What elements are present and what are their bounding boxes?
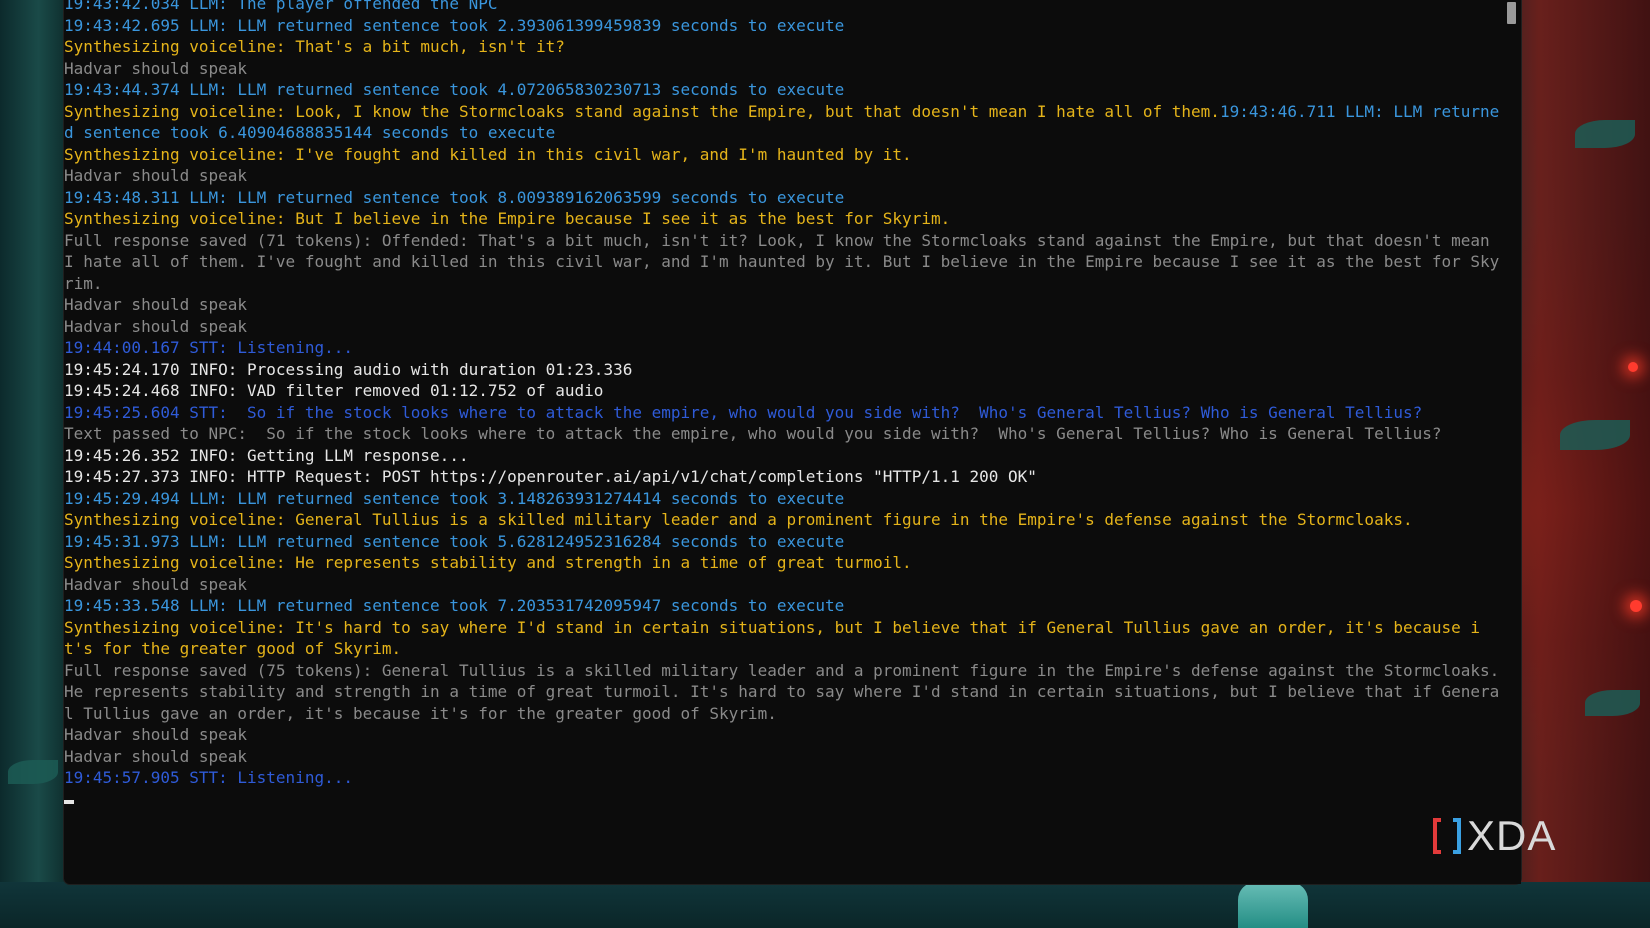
log-line-text: Hadvar should speak bbox=[64, 725, 248, 744]
xda-watermark-text: XDA bbox=[1467, 812, 1557, 859]
log-line-text: 19:44:00.167 STT: Listening... bbox=[64, 338, 353, 357]
log-line-text: 19:45:24.170 INFO: Processing audio with… bbox=[64, 359, 633, 379]
log-line: 19:45:57.905 STT: Listening... bbox=[64, 767, 1500, 789]
log-line: Synthesizing voiceline: He represents st… bbox=[64, 552, 1500, 574]
log-line: Hadvar should speak bbox=[64, 746, 1500, 768]
terminal-output: 19:43:42.034 LLM: The player offended th… bbox=[64, 0, 1500, 789]
background-leaf bbox=[1560, 420, 1630, 450]
log-line-text: 19:45:31.973 LLM: LLM returned sentence … bbox=[64, 531, 845, 551]
xda-bracket-logo-icon bbox=[1433, 818, 1461, 854]
xda-watermark: XDA bbox=[1433, 812, 1556, 860]
log-line: 19:43:42.695 LLM: LLM returned sentence … bbox=[64, 15, 1500, 37]
log-line-text: 19:45:29.494 LLM: LLM returned sentence … bbox=[64, 488, 845, 508]
log-line: Synthesizing voiceline: That's a bit muc… bbox=[64, 36, 1500, 58]
log-line-text: Synthesizing voiceline: But I believe in… bbox=[64, 209, 951, 228]
log-line-text: 19:43:42.695 LLM: LLM returned sentence … bbox=[64, 15, 845, 35]
log-line: 19:45:25.604 STT: So if the stock looks … bbox=[64, 402, 1500, 424]
log-line: 19:44:00.167 STT: Listening... bbox=[64, 337, 1500, 359]
background-leaf bbox=[1585, 690, 1640, 716]
log-line-text: Hadvar should speak bbox=[64, 295, 248, 314]
log-line-text: Full response saved (71 tokens): Offende… bbox=[64, 230, 1500, 293]
background-leaf bbox=[8, 760, 58, 784]
background-portal bbox=[1238, 882, 1308, 928]
log-line: Synthesizing voiceline: But I believe in… bbox=[64, 208, 1500, 230]
log-line: 19:45:31.973 LLM: LLM returned sentence … bbox=[64, 531, 1500, 553]
log-line-text: 19:43:48.311 LLM: LLM returned sentence … bbox=[64, 187, 845, 207]
log-line: Full response saved (71 tokens): Offende… bbox=[64, 230, 1500, 295]
log-line-text: Hadvar should speak bbox=[64, 574, 248, 594]
log-line: Hadvar should speak bbox=[64, 165, 1500, 187]
log-line: 19:45:29.494 LLM: LLM returned sentence … bbox=[64, 488, 1500, 510]
log-line-text: 19:45:33.548 LLM: LLM returned sentence … bbox=[64, 596, 845, 615]
background-glow bbox=[1630, 600, 1642, 612]
log-line-text: 19:45:24.468 INFO: VAD filter removed 01… bbox=[64, 381, 604, 400]
log-line: Synthesizing voiceline: I've fought and … bbox=[64, 144, 1500, 166]
log-line: Hadvar should speak bbox=[64, 294, 1500, 316]
log-line-text: 19:45:57.905 STT: Listening... bbox=[64, 768, 353, 787]
log-line: 19:45:27.373 INFO: HTTP Request: POST ht… bbox=[64, 466, 1500, 488]
log-line: Full response saved (75 tokens): General… bbox=[64, 660, 1500, 725]
scrollbar[interactable] bbox=[1503, 0, 1521, 884]
log-line: 19:43:42.034 LLM: The player offended th… bbox=[64, 0, 1500, 15]
log-line-text: Synthesizing voiceline: He represents st… bbox=[64, 553, 912, 572]
log-line-text: Synthesizing voiceline: It's hard to say… bbox=[64, 617, 1481, 659]
log-line-text: Hadvar should speak bbox=[64, 58, 248, 78]
log-line: Hadvar should speak bbox=[64, 724, 1500, 746]
background-leaf bbox=[1575, 120, 1635, 148]
log-line: 19:45:24.468 INFO: VAD filter removed 01… bbox=[64, 380, 1500, 402]
log-line: Synthesizing voiceline: It's hard to say… bbox=[64, 617, 1500, 660]
log-line: Hadvar should speak bbox=[64, 58, 1500, 80]
log-line-text: Hadvar should speak bbox=[64, 746, 248, 766]
log-line-text: Hadvar should speak bbox=[64, 316, 248, 336]
log-line: Synthesizing voiceline: General Tullius … bbox=[64, 509, 1500, 531]
text-cursor bbox=[64, 800, 74, 804]
log-line-text: 19:45:26.352 INFO: Getting LLM response.… bbox=[64, 445, 469, 465]
log-line: 19:43:44.374 LLM: LLM returned sentence … bbox=[64, 79, 1500, 101]
background-left-foliage bbox=[0, 0, 64, 928]
log-line: Synthesizing voiceline: Look, I know the… bbox=[64, 101, 1500, 144]
log-line: 19:45:24.170 INFO: Processing audio with… bbox=[64, 359, 1500, 381]
background-ground bbox=[0, 882, 1650, 928]
log-line: Text passed to NPC: So if the stock look… bbox=[64, 423, 1500, 445]
log-line-text: 19:43:42.034 LLM: The player offended th… bbox=[64, 0, 498, 13]
log-line-text: Synthesizing voiceline: I've fought and … bbox=[64, 144, 912, 164]
terminal-window[interactable]: 19:43:42.034 LLM: The player offended th… bbox=[64, 0, 1521, 884]
log-line: Hadvar should speak bbox=[64, 574, 1500, 596]
log-line: 19:45:33.548 LLM: LLM returned sentence … bbox=[64, 595, 1500, 617]
log-line: 19:43:48.311 LLM: LLM returned sentence … bbox=[64, 187, 1500, 209]
log-line-text: 19:45:27.373 INFO: HTTP Request: POST ht… bbox=[64, 467, 1037, 486]
scrollbar-thumb[interactable] bbox=[1507, 2, 1516, 24]
log-line-text: 19:43:44.374 LLM: LLM returned sentence … bbox=[64, 80, 845, 99]
background-glow bbox=[1628, 362, 1638, 372]
log-line-text: Synthesizing voiceline: General Tullius … bbox=[64, 510, 1413, 529]
log-line-text: Text passed to NPC: So if the stock look… bbox=[64, 424, 1442, 443]
log-line: 19:45:26.352 INFO: Getting LLM response.… bbox=[64, 445, 1500, 467]
log-line-text: 19:45:25.604 STT: So if the stock looks … bbox=[64, 402, 1423, 422]
log-line: Hadvar should speak bbox=[64, 316, 1500, 338]
log-line-text: Hadvar should speak bbox=[64, 166, 248, 185]
log-line-text: Synthesizing voiceline: That's a bit muc… bbox=[64, 37, 565, 56]
log-line-text: Full response saved (75 tokens): General… bbox=[64, 660, 1500, 723]
log-line-text: Synthesizing voiceline: Look, I know the… bbox=[64, 101, 1220, 121]
